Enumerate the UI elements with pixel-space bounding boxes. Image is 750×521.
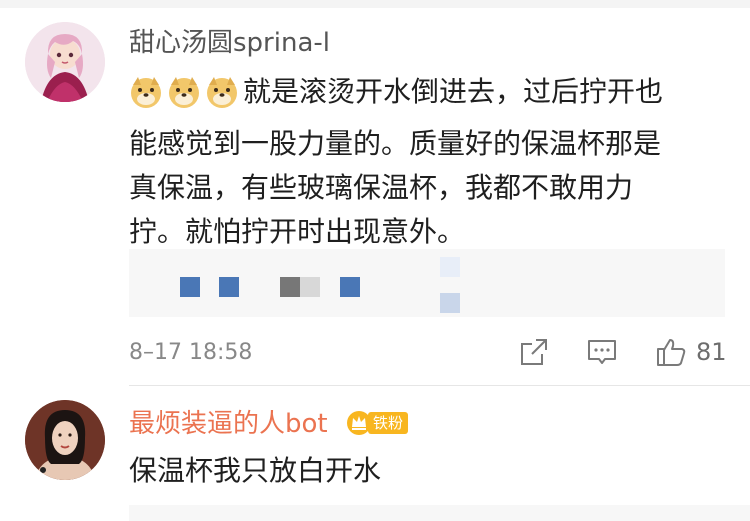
- pixelated-block: [440, 257, 460, 277]
- doge-emoji: [129, 75, 163, 122]
- pixelated-block: [440, 293, 460, 313]
- pixelated-block: [180, 277, 200, 297]
- avatar[interactable]: [25, 22, 105, 102]
- comment-text: 就是滚烫开水倒进去，过后拧开也 能感觉到一股力量的。质量好的保温杯那是 真保温，…: [129, 70, 729, 254]
- comment-line: 拧。就怕拧开时出现意外。: [129, 215, 466, 248]
- comment-username[interactable]: 甜心汤圆sprina-l: [129, 26, 330, 60]
- thumbs-up-icon[interactable]: [655, 336, 687, 368]
- share-icon[interactable]: [518, 336, 550, 368]
- pixelated-block: [280, 277, 300, 297]
- comment-line: 就是滚烫开水倒进去，过后拧开也: [129, 70, 729, 122]
- link-preview-card[interactable]: [129, 249, 725, 317]
- reply-preview-strip: [129, 505, 750, 521]
- badge-label: 铁粉: [368, 412, 409, 434]
- comment-username[interactable]: 最烦装逼的人bot: [129, 407, 328, 441]
- timestamp: 8–17 18:58: [129, 340, 253, 365]
- pixelated-block: [219, 277, 239, 297]
- pixelated-block: [340, 277, 360, 297]
- comment-footer: 8–17 18:58 81: [0, 330, 750, 378]
- doge-emoji: [205, 75, 239, 122]
- like-count: 81: [696, 338, 727, 366]
- comment-line: 能感觉到一股力量的。质量好的保温杯那是: [129, 127, 662, 160]
- avatar-image: [25, 22, 105, 102]
- doge-emoji: [167, 75, 201, 122]
- comment-icon[interactable]: [586, 336, 618, 368]
- top-separator: [0, 0, 750, 8]
- comment-line-text: 就是滚烫开水倒进去，过后拧开也: [243, 75, 664, 108]
- pixelated-block: [300, 277, 320, 297]
- comment-text: 保温杯我只放白开水: [129, 454, 382, 487]
- avatar-image: [25, 400, 105, 480]
- avatar[interactable]: [25, 400, 105, 480]
- fan-badge[interactable]: 铁粉: [346, 410, 409, 436]
- comment-line: 真保温，有些玻璃保温杯，我都不敢用力: [129, 171, 634, 204]
